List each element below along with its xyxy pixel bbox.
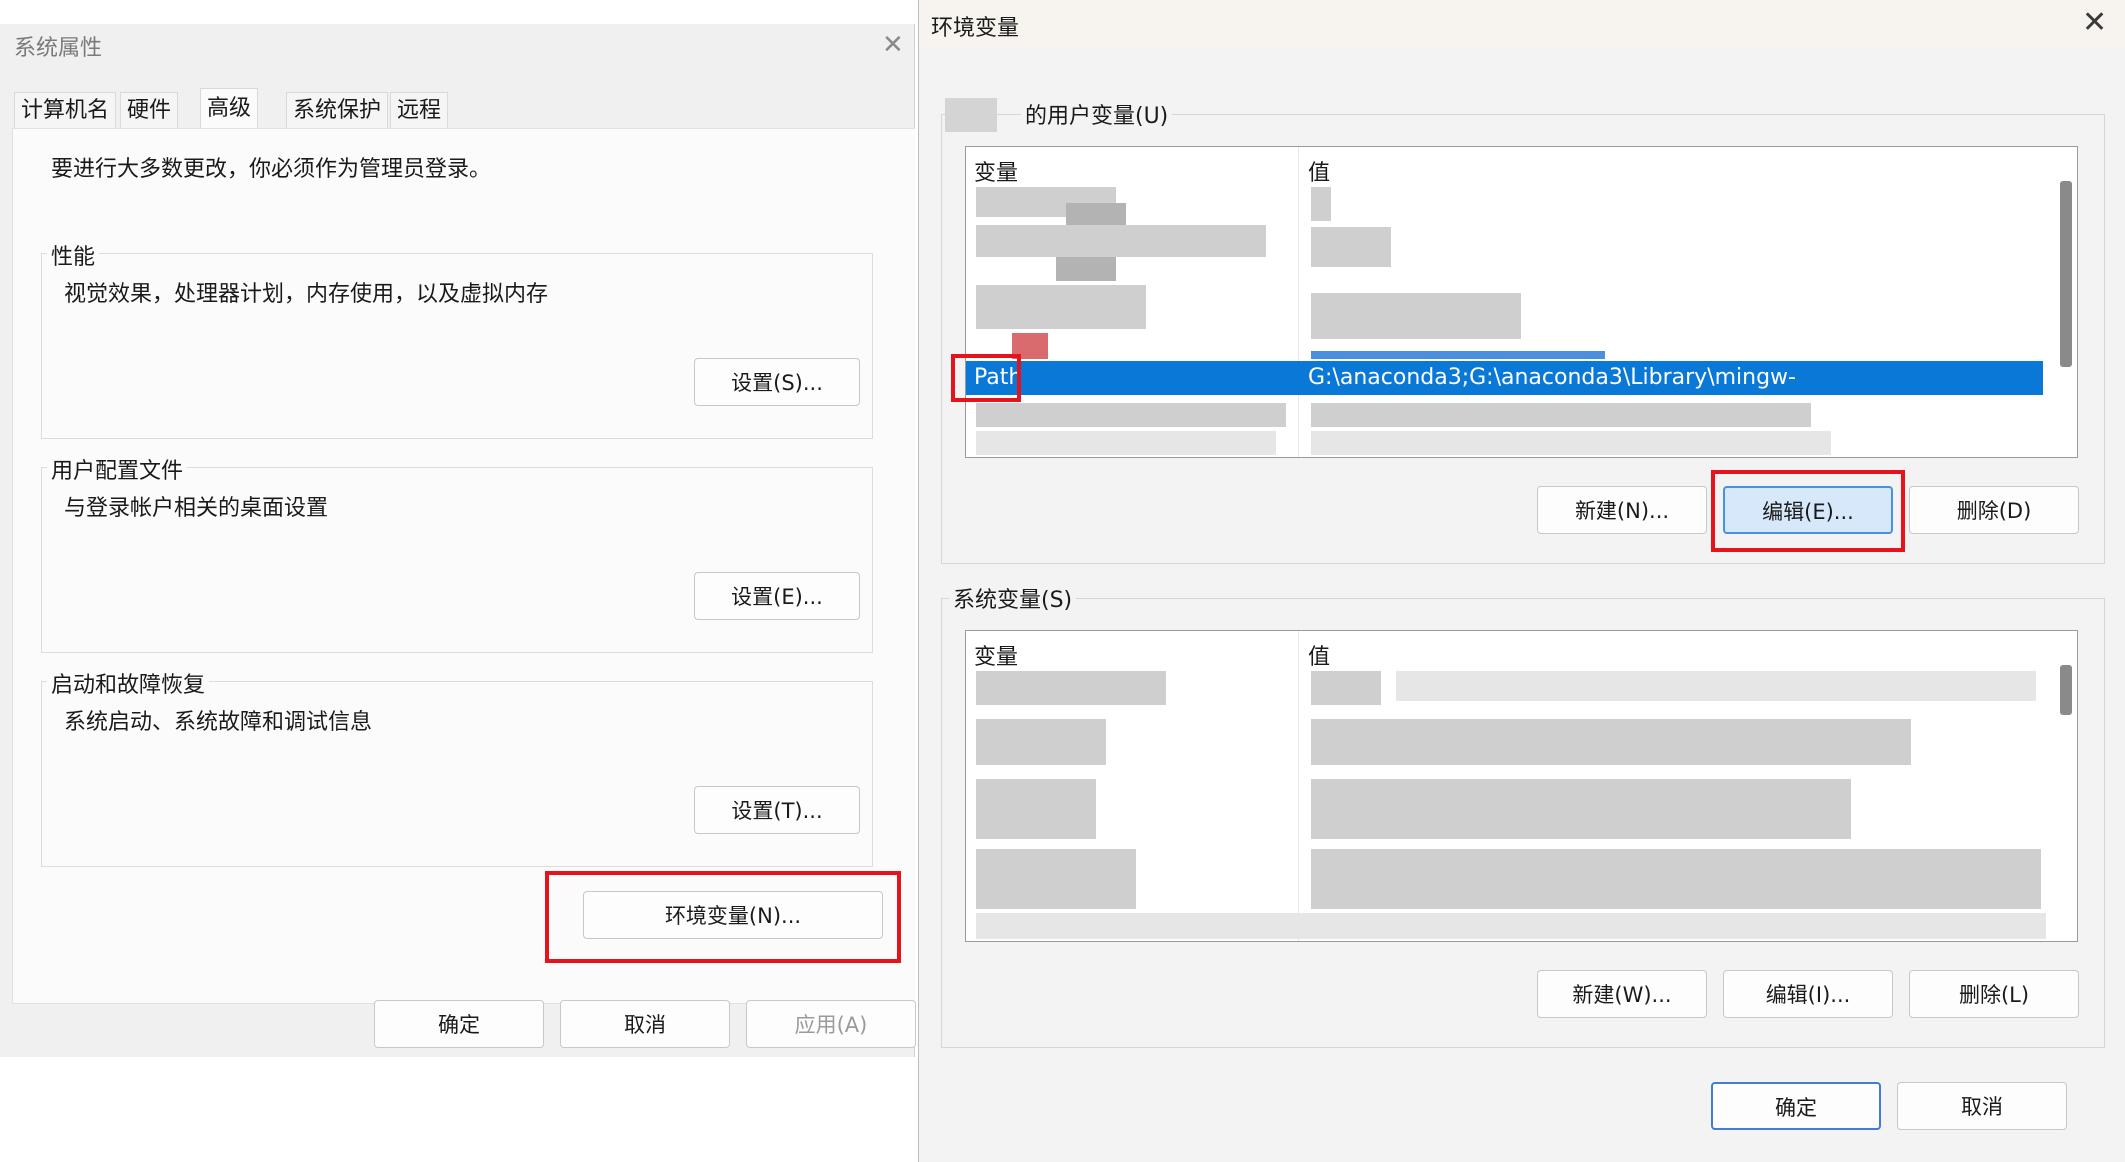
close-icon[interactable]: ✕ [882,32,904,58]
blurred-row [976,671,1166,705]
performance-label: 性能 [47,239,100,271]
blurred-row [1311,779,1851,839]
blurred-row [976,431,1276,455]
highlight-box-path [951,354,1021,402]
user-profiles-description: 与登录帐户相关的桌面设置 [64,496,329,521]
performance-settings-button[interactable]: 设置(S)... [694,358,860,406]
column-separator [1298,631,1299,941]
system-variables-label: 系统变量(S) [949,582,1077,614]
column-header-value[interactable]: 值 [1308,639,1330,671]
ok-button[interactable]: 确定 [374,1000,544,1048]
tab-advanced[interactable]: 高级 [200,88,259,130]
apply-button[interactable]: 应用(A) [746,1000,916,1048]
tab-remote[interactable]: 远程 [390,92,449,128]
blurred-row [1311,293,1521,339]
tab-hardware[interactable]: 硬件 [120,92,179,128]
tab-computer-name[interactable]: 计算机名 [14,92,117,128]
startup-recovery-label: 启动和故障恢复 [47,667,210,699]
admin-notice: 要进行大多数更改，你必须作为管理员登录。 [51,157,492,182]
highlight-box-edit-button [1711,470,1905,552]
blurred-row [976,719,1106,765]
system-edit-button[interactable]: 编辑(I)... [1723,970,1893,1018]
advanced-tab-panel: 要进行大多数更改，你必须作为管理员登录。 视觉效果，处理器计划，内存使用，以及虚… [12,128,915,1004]
startup-recovery-group: 系统启动、系统故障和调试信息 设置(T)... [41,681,873,867]
table-row-selected[interactable]: Path G:\anaconda3;G:\anaconda3\Library\m… [966,361,2043,424]
column-header-value[interactable]: 值 [1308,155,1330,187]
user-variables-label: 的用户变量(U) [1021,98,1173,130]
title-bar: 环境变量 ✕ [919,0,2125,50]
blurred-row [976,225,1266,257]
user-variables-list[interactable]: 变量 值 Path G:\anaconda3;G:\anaconda3\Libr… [965,146,2078,458]
highlight-box-env-button [545,871,901,963]
cancel-button[interactable]: 取消 [1897,1082,2067,1130]
ok-button[interactable]: 确定 [1711,1082,1881,1130]
blurred-row [1056,257,1116,281]
scrollbar-thumb[interactable] [2060,665,2072,715]
column-separator [1298,147,1299,457]
column-header-name[interactable]: 变量 [974,639,1018,671]
blurred-row [1311,227,1391,267]
username-blurred [945,98,997,132]
user-new-button[interactable]: 新建(N)... [1537,486,1707,534]
scrollbar-thumb[interactable] [2060,181,2072,367]
blurred-row [1066,203,1126,227]
system-properties-window: 系统属性 ✕ 计算机名 硬件 高级 系统保护 远程 要进行大多数更改，你必须作为… [0,24,916,1057]
system-delete-button[interactable]: 删除(L) [1909,970,2079,1018]
blurred-row [1396,671,2036,701]
blurred-row [1311,719,1911,765]
close-icon[interactable]: ✕ [2082,8,2107,38]
system-new-button[interactable]: 新建(W)... [1537,970,1707,1018]
performance-group: 视觉效果，处理器计划，内存使用，以及虚拟内存 设置(S)... [41,253,873,439]
user-profiles-settings-button[interactable]: 设置(E)... [694,572,860,620]
blurred-row [976,779,1096,839]
blurred-row [1311,351,1605,359]
environment-variables-window: 环境变量 ✕ 的用户变量(U) 变量 值 Path G:\anaconda3;G… [918,0,2125,1162]
blurred-row [1311,671,1381,705]
blurred-row [976,285,1146,329]
startup-recovery-settings-button[interactable]: 设置(T)... [694,786,860,834]
startup-recovery-description: 系统启动、系统故障和调试信息 [64,710,373,735]
window-title: 系统属性 [14,36,103,61]
blurred-row [1311,431,1831,455]
blurred-row [1311,187,1331,221]
system-variables-list[interactable]: 变量 值 [965,630,2078,942]
column-header-name[interactable]: 变量 [974,155,1018,187]
blurred-row [976,849,1136,909]
performance-description: 视觉效果，处理器计划，内存使用，以及虚拟内存 [64,282,549,307]
blurred-row [1311,403,1811,427]
cancel-button[interactable]: 取消 [560,1000,730,1048]
user-profiles-group: 与登录帐户相关的桌面设置 设置(E)... [41,467,873,653]
window-title: 环境变量 [931,16,1020,41]
user-delete-button[interactable]: 删除(D) [1909,486,2079,534]
user-profiles-label: 用户配置文件 [47,453,188,485]
blurred-row [976,403,1286,427]
tab-system-protection[interactable]: 系统保护 [286,92,389,128]
blurred-row [976,913,2046,939]
blurred-row [1311,849,2041,909]
